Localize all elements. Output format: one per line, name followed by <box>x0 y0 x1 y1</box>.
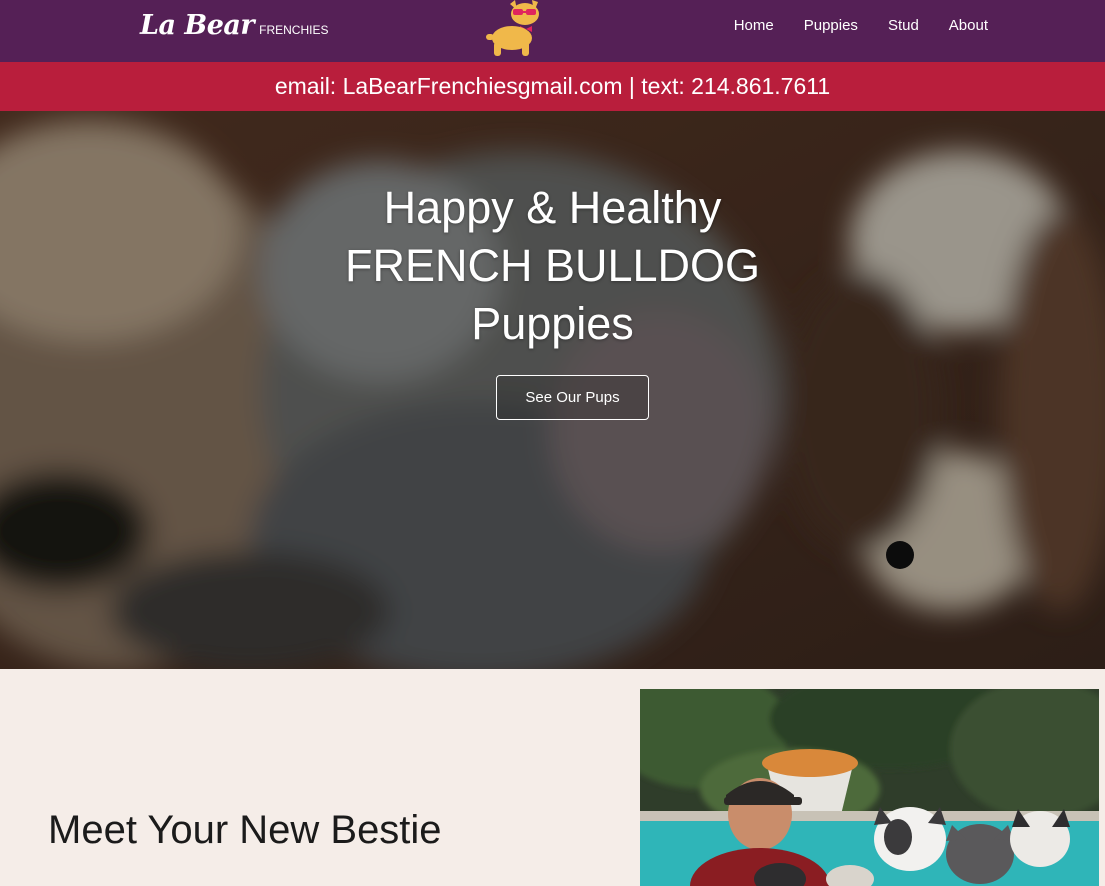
hero-headline-line-2: FRENCH BULLDOG <box>344 240 761 291</box>
nav-link-home[interactable]: Home <box>734 17 774 34</box>
contact-text: email: LaBearFrenchiesgmail.com | text: … <box>274 73 831 99</box>
hero-headline-line-3: Puppies <box>471 298 634 349</box>
owner-with-puppies-photo <box>640 689 1099 886</box>
nav-link-puppies[interactable]: Puppies <box>804 17 858 34</box>
logo-sub-text: FRENCHIES <box>259 23 329 37</box>
french-bulldog-mascot-icon <box>486 0 539 56</box>
hero-banner: Happy & Healthy FRENCH BULLDOG Puppies S… <box>0 111 1105 669</box>
see-our-pups-button[interactable]: See Our Pups <box>496 375 649 420</box>
nav-link-stud[interactable]: Stud <box>888 17 919 34</box>
contact-bar: email: LaBearFrenchiesgmail.com | text: … <box>0 62 1105 111</box>
owner-with-puppies-image <box>640 689 1099 886</box>
section-heading: Meet Your New Bestie <box>48 808 442 852</box>
main-nav: Home Puppies Stud About <box>734 17 988 34</box>
nav-link-about[interactable]: About <box>949 17 988 34</box>
logo-script-text: La Bear <box>140 10 255 41</box>
site-logo[interactable]: La Bear FRENCHIES <box>140 10 328 46</box>
hero-headline-line-1: Happy & Healthy <box>383 182 722 233</box>
site-header: La Bear FRENCHIES Home Puppies Stud Abou… <box>0 0 1105 62</box>
hero-headline: Happy & Healthy FRENCH BULLDOG Puppies <box>0 179 1105 353</box>
